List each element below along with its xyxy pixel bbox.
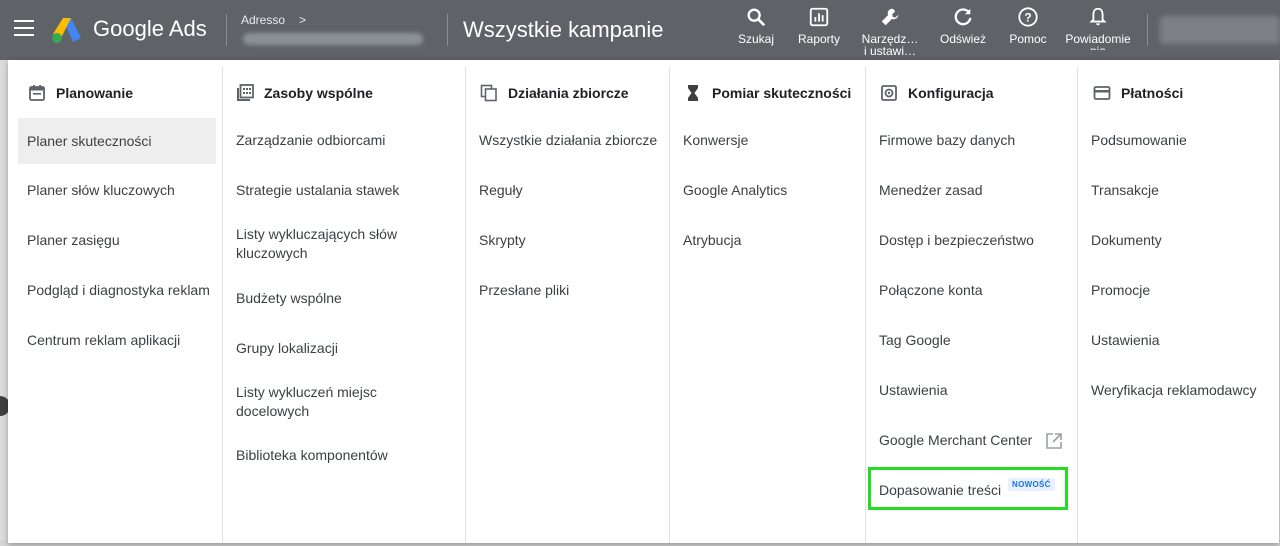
menu-item-google-analytics[interactable]: Google Analytics bbox=[683, 181, 787, 200]
menu-item-budzety-wspolne[interactable]: Budżety wspólne bbox=[236, 289, 342, 308]
column-divider bbox=[669, 67, 670, 543]
page-title: Wszystkie kampanie bbox=[463, 17, 664, 42]
tool-label: Raporty bbox=[797, 32, 841, 46]
menu-item-biblioteka-komponentow[interactable]: Biblioteka komponentów bbox=[236, 446, 388, 465]
tool-label: Pomoc bbox=[1009, 32, 1047, 46]
menu-item-weryfikacja-reklamodawcy[interactable]: Weryfikacja reklamodawcy bbox=[1091, 381, 1256, 400]
refresh-button[interactable]: Odśwież bbox=[938, 6, 988, 45]
menu-item-planer-zasiegu[interactable]: Planer zasięgu bbox=[27, 231, 120, 250]
menu-item-reguly[interactable]: Reguły bbox=[479, 181, 523, 200]
column-header-zasoby-wspolne: Zasoby wspólne bbox=[236, 84, 373, 102]
menu-item-wszystkie-dzialania-zbiorcze[interactable]: Wszystkie działania zbiorcze bbox=[479, 131, 657, 150]
column-header-platnosci: Płatności bbox=[1093, 84, 1183, 102]
column-divider bbox=[465, 67, 466, 543]
hourglass-icon bbox=[688, 85, 698, 101]
menu-item-skrypty[interactable]: Skrypty bbox=[479, 231, 526, 250]
tools-settings-button[interactable]: Narzędz… i ustawi… bbox=[859, 6, 921, 57]
account-switcher-redacted[interactable] bbox=[1160, 16, 1280, 44]
chevron-right-icon[interactable]: > bbox=[299, 13, 306, 27]
menu-item-zarzadzanie-odbiorcami[interactable]: Zarządzanie odbiorcami bbox=[236, 131, 385, 150]
menu-item-firmowe-bazy-danych[interactable]: Firmowe bazy danych bbox=[879, 131, 1015, 150]
header-divider bbox=[447, 14, 448, 46]
brand-name[interactable]: Google Ads bbox=[93, 16, 207, 42]
column-header-dzialania-zbiorcze: Działania zbiorcze bbox=[480, 84, 629, 102]
account-label[interactable]: Adresso bbox=[241, 13, 285, 27]
column-header-planowanie: Planowanie bbox=[28, 84, 133, 102]
menu-item-podsumowanie[interactable]: Podsumowanie bbox=[1091, 131, 1187, 150]
menu-item-listy-wykluczajacych-slow[interactable]: Listy wykluczających słów kluczowych bbox=[236, 225, 431, 263]
tools-mega-menu: Planowanie Planer skuteczności Planer sł… bbox=[8, 60, 1279, 543]
bell-icon bbox=[1089, 7, 1107, 26]
menu-item-przeslane-pliki[interactable]: Przesłane pliki bbox=[479, 281, 569, 300]
library-icon bbox=[237, 84, 254, 101]
menu-item-transakcje[interactable]: Transakcje bbox=[1091, 181, 1159, 200]
menu-item-ustawienia-platnosci[interactable]: Ustawienia bbox=[1091, 331, 1159, 350]
calendar-icon bbox=[29, 85, 45, 101]
wrench-icon bbox=[881, 8, 899, 26]
account-id-redacted bbox=[243, 33, 423, 45]
top-app-bar: Google Ads Adresso > Wszystkie kampanie … bbox=[0, 0, 1280, 60]
google-ads-logo-icon bbox=[52, 18, 81, 43]
reports-button[interactable]: Raporty bbox=[794, 6, 844, 45]
help-button[interactable]: ? Pomoc bbox=[1006, 6, 1050, 45]
svg-text:?: ? bbox=[1024, 11, 1031, 25]
menu-item-atrybucja[interactable]: Atrybucja bbox=[683, 231, 741, 250]
tool-label: Powiadomienia bbox=[1065, 32, 1131, 50]
refresh-icon bbox=[954, 8, 972, 26]
open-in-new-icon[interactable] bbox=[1045, 432, 1063, 450]
copy-icon bbox=[480, 84, 497, 102]
menu-item-planer-slow-kluczowych[interactable]: Planer słów kluczowych bbox=[27, 181, 175, 200]
menu-item-dostep-bezpieczenstwo[interactable]: Dostęp i bezpieczeństwo bbox=[879, 231, 1034, 250]
menu-item-menedzer-zasad[interactable]: Menedżer zasad bbox=[879, 181, 983, 200]
menu-item-strategie-stawek[interactable]: Strategie ustalania stawek bbox=[236, 181, 399, 200]
menu-item-podglad-diagnostyka[interactable]: Podgląd i diagnostyka reklam bbox=[27, 281, 210, 300]
menu-item-dokumenty[interactable]: Dokumenty bbox=[1091, 231, 1162, 250]
column-header-pomiar-skutecznosci: Pomiar skuteczności bbox=[684, 84, 851, 102]
menu-item-grupy-lokalizacji[interactable]: Grupy lokalizacji bbox=[236, 339, 338, 358]
settings-icon bbox=[881, 85, 897, 101]
notifications-button[interactable]: Powiadomienia bbox=[1063, 6, 1133, 50]
credit-card-icon bbox=[1093, 86, 1111, 100]
header-divider bbox=[226, 14, 227, 46]
menu-item-planer-skutecznosci[interactable]: Planer skuteczności bbox=[18, 118, 216, 164]
menu-item-ustawienia-konfiguracja[interactable]: Ustawienia bbox=[879, 381, 947, 400]
reports-icon bbox=[809, 7, 829, 27]
column-divider bbox=[1077, 67, 1078, 543]
tool-label: Odśwież bbox=[939, 32, 986, 46]
search-icon bbox=[747, 8, 766, 27]
hamburger-menu-icon[interactable] bbox=[14, 20, 34, 36]
menu-item-tag-google[interactable]: Tag Google bbox=[879, 331, 951, 350]
help-icon: ? bbox=[1018, 7, 1038, 27]
column-divider bbox=[865, 67, 866, 543]
column-header-konfiguracja: Konfiguracja bbox=[880, 84, 994, 102]
tool-label: Szukaj bbox=[737, 32, 775, 46]
header-divider bbox=[1147, 14, 1148, 46]
menu-item-polaczone-konta[interactable]: Połączone konta bbox=[879, 281, 983, 300]
column-divider bbox=[222, 67, 223, 543]
menu-item-dopasowanie-tresci[interactable]: Dopasowanie treści bbox=[879, 481, 1001, 500]
menu-item-listy-wykluczen-miejsc[interactable]: Listy wykluczeń miejsc docelowych bbox=[236, 383, 431, 421]
menu-item-google-merchant-center[interactable]: Google Merchant Center bbox=[879, 431, 1032, 450]
menu-item-promocje[interactable]: Promocje bbox=[1091, 281, 1150, 300]
menu-item-konwersje[interactable]: Konwersje bbox=[683, 131, 748, 150]
menu-item-centrum-reklam-aplikacji[interactable]: Centrum reklam aplikacji bbox=[27, 331, 180, 350]
new-badge: NOWOŚĆ bbox=[1008, 478, 1055, 491]
tool-label: Narzędz… i ustawi… bbox=[861, 32, 919, 58]
search-button[interactable]: Szukaj bbox=[733, 6, 779, 45]
